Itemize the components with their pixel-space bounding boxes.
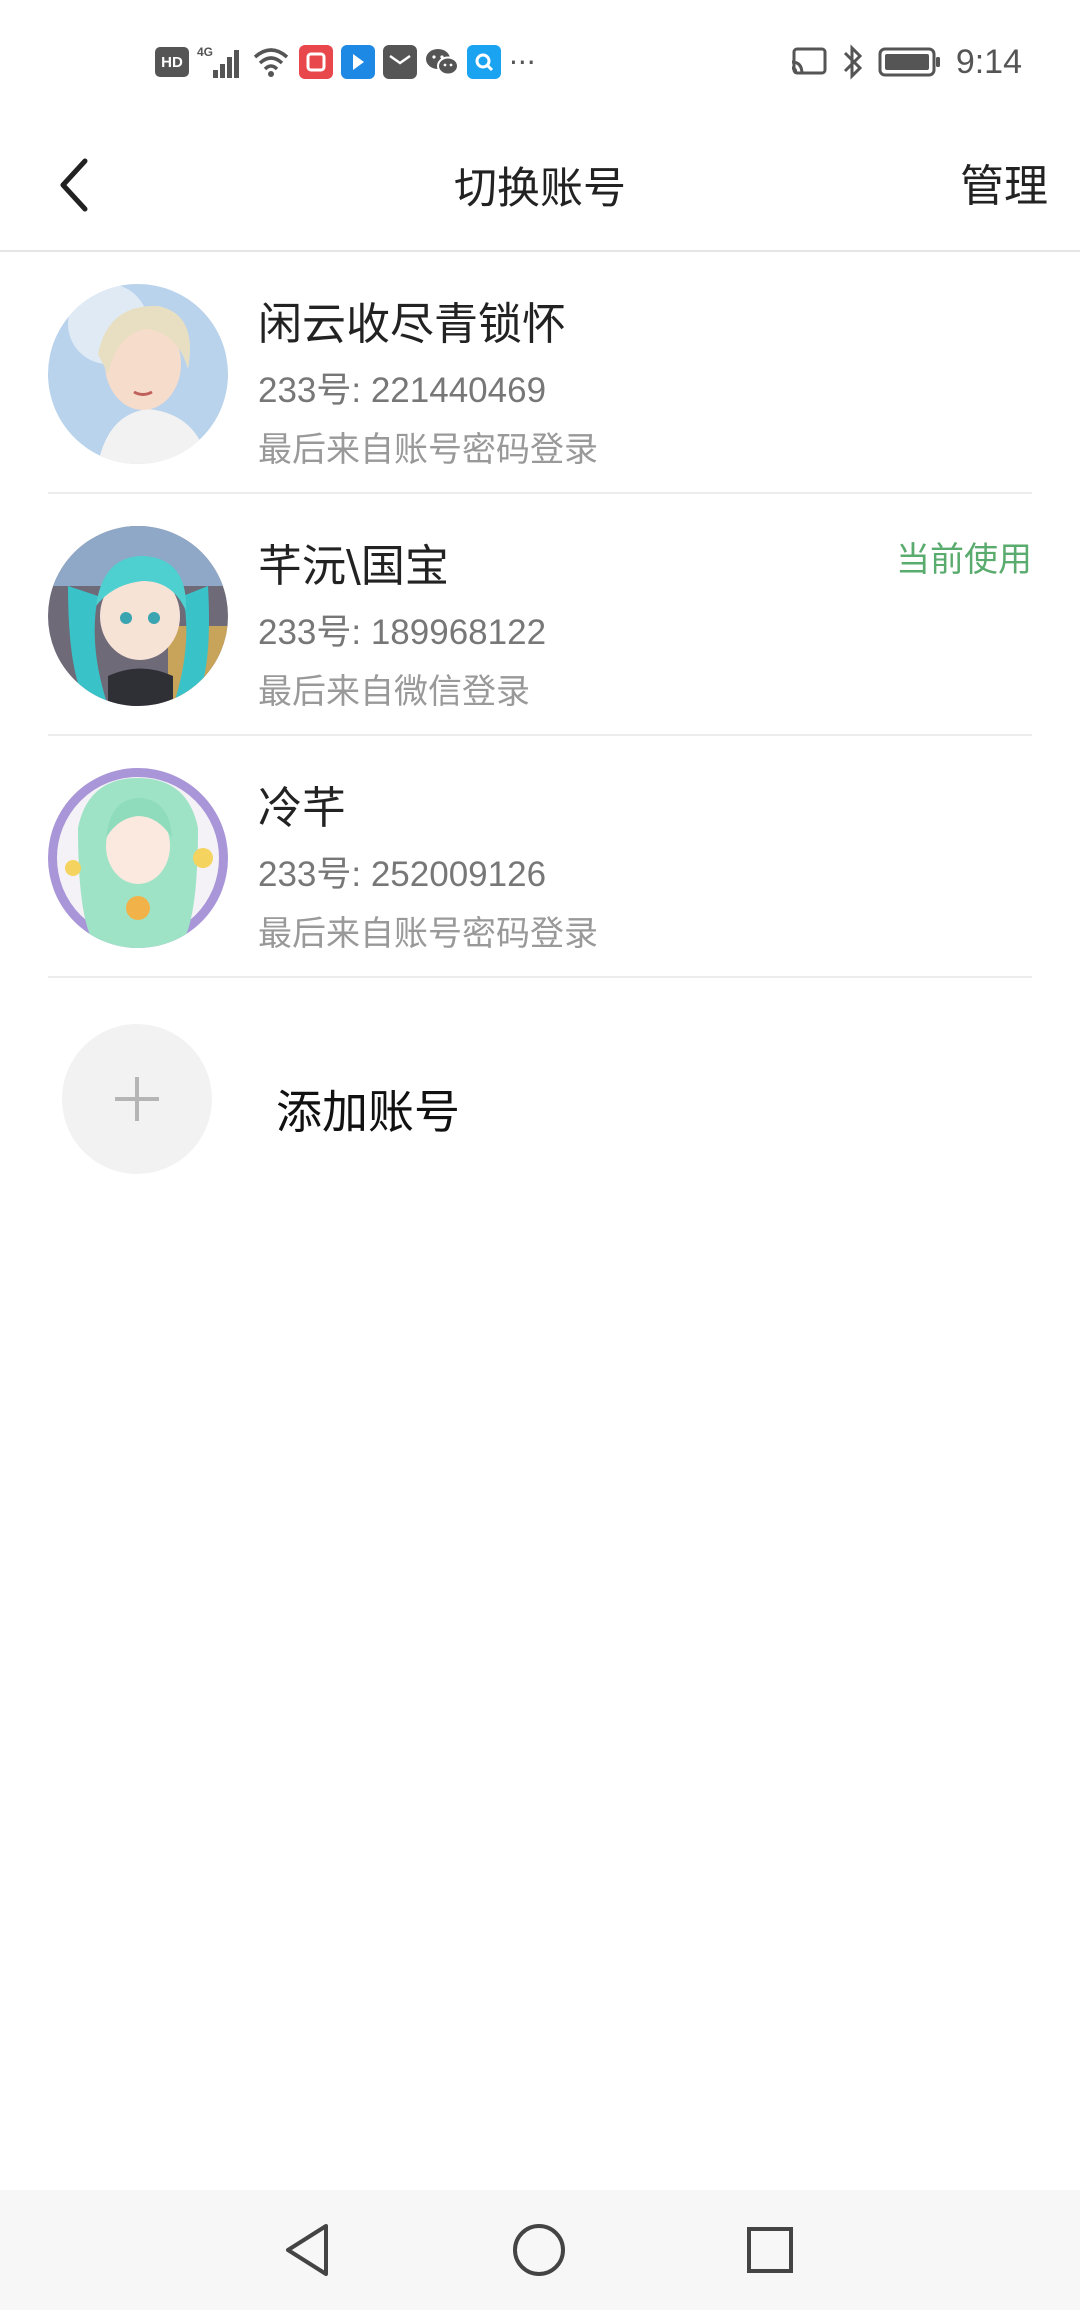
signal-icon: 4G (197, 44, 243, 80)
cast-icon (790, 46, 828, 78)
account-item[interactable]: 闲云收尽青锁怀 233号: 221440469 最后来自账号密码登录 (48, 252, 1032, 494)
add-account-label: 添加账号 (276, 1085, 460, 1139)
status-right: 9:14 (790, 38, 1022, 86)
status-left: HD 4G ··· (155, 38, 536, 86)
account-id: 233号: 189968122 (258, 613, 547, 652)
battery-icon (878, 46, 942, 78)
account-name: 芊沅\国宝 (258, 541, 449, 592)
account-list: 闲云收尽青锁怀 233号: 221440469 最后来自账号密码登录 芊沅\国宝… (0, 252, 1080, 978)
top-bar: 切换账号 管理 (0, 120, 1080, 252)
account-name: 闲云收尽青锁怀 (258, 299, 566, 350)
app-notification-icon (299, 45, 333, 79)
account-login-source: 最后来自账号密码登录 (258, 914, 598, 954)
more-icon: ··· (509, 45, 536, 79)
page-title: 切换账号 (454, 164, 626, 214)
avatar (48, 526, 228, 706)
mail-icon (383, 45, 417, 79)
wifi-icon (251, 45, 291, 79)
bilibili-icon (341, 45, 375, 79)
nav-recents-icon[interactable] (738, 2218, 802, 2282)
status-bar: HD 4G ··· 9:14 (0, 0, 1080, 120)
account-item[interactable]: 芊沅\国宝 当前使用 233号: 189968122 最后来自微信登录 (48, 494, 1032, 736)
qq-search-icon (467, 45, 501, 79)
account-item[interactable]: 冷芊 233号: 252009126 最后来自账号密码登录 (48, 736, 1032, 978)
bluetooth-icon (842, 44, 864, 80)
wechat-icon (425, 47, 459, 77)
account-name: 冷芊 (258, 783, 346, 834)
manage-button[interactable]: 管理 (960, 150, 1048, 214)
system-nav-bar (0, 2190, 1080, 2310)
account-id: 233号: 252009126 (258, 855, 547, 894)
status-time: 9:14 (955, 42, 1022, 81)
account-id: 233号: 221440469 (258, 371, 547, 410)
add-account-button[interactable]: 添加账号 (62, 1024, 1022, 1176)
hd-icon: HD (155, 47, 189, 77)
account-login-source: 最后来自微信登录 (258, 672, 530, 712)
add-account-circle (62, 1024, 212, 1174)
avatar (48, 768, 228, 948)
svg-text:4G: 4G (197, 45, 213, 59)
avatar (48, 284, 228, 464)
plus-icon (115, 1077, 159, 1121)
current-account-badge: 当前使用 (896, 540, 1032, 580)
nav-home-icon[interactable] (507, 2218, 571, 2282)
account-login-source: 最后来自账号密码登录 (258, 430, 598, 470)
nav-back-icon[interactable] (276, 2218, 340, 2282)
